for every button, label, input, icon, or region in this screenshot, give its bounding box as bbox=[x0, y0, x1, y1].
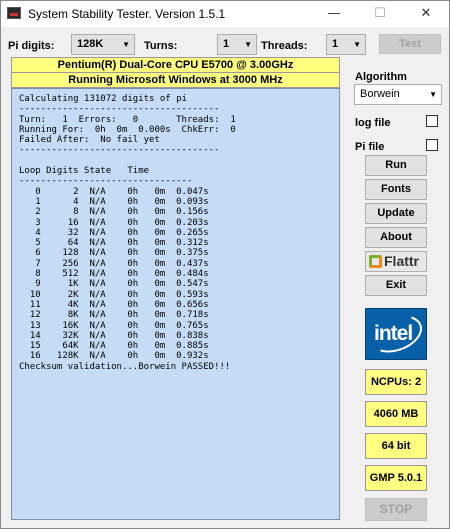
console-line: 4 32 N/A 0h 0m 0.265s bbox=[19, 227, 209, 238]
console-line: 2 8 N/A 0h 0m 0.156s bbox=[19, 207, 209, 218]
app-window: System Stability Tester. Version 1.5.1 —… bbox=[0, 0, 450, 529]
console-line: 5 64 N/A 0h 0m 0.312s bbox=[19, 238, 209, 249]
console-line: 3 16 N/A 0h 0m 0.203s bbox=[19, 217, 209, 228]
pi-file-label: Pi file bbox=[355, 141, 385, 153]
intel-logo: intel bbox=[364, 308, 428, 360]
close-button[interactable]: ✕ bbox=[403, 1, 449, 27]
maximize-button[interactable]: ☐ bbox=[357, 1, 403, 27]
algorithm-value: Borwein bbox=[360, 88, 400, 100]
chevron-down-icon: ▼ bbox=[429, 90, 437, 99]
stop-button[interactable]: STOP bbox=[365, 498, 427, 521]
console-line: 10 2K N/A 0h 0m 0.593s bbox=[19, 289, 209, 300]
chevron-down-icon: ▼ bbox=[353, 40, 361, 49]
console-line: Calculating 131072 digits of pi bbox=[19, 94, 187, 104]
test-button[interactable]: Test bbox=[379, 34, 441, 54]
turns-value: 1 bbox=[223, 38, 230, 50]
threads-value: 1 bbox=[332, 38, 339, 50]
algorithm-select[interactable]: Borwein ▼ bbox=[354, 84, 442, 105]
console-line: Running For: 0h 0m 0.000s ChkErr: 0 bbox=[19, 124, 236, 135]
flattr-icon bbox=[369, 255, 382, 268]
console-line: ------------------------------------- bbox=[19, 104, 220, 115]
console-line: 7 256 N/A 0h 0m 0.437s bbox=[19, 258, 209, 269]
output-console: Calculating 131072 digits of pi ---------… bbox=[11, 88, 340, 520]
pi-file-checkbox[interactable] bbox=[426, 139, 438, 151]
chevron-down-icon: ▼ bbox=[122, 40, 130, 49]
console-line: Loop Digits State Time bbox=[19, 166, 150, 177]
console-line: 16 128K N/A 0h 0m 0.932s bbox=[19, 351, 209, 362]
cpu-info-bar: Pentium(R) Dual-Core CPU E5700 @ 3.00GHz bbox=[11, 57, 340, 73]
console-line: 11 4K N/A 0h 0m 0.656s bbox=[19, 299, 209, 310]
title-bar: System Stability Tester. Version 1.5.1 —… bbox=[1, 1, 449, 27]
console-line: 15 64K N/A 0h 0m 0.885s bbox=[19, 341, 209, 352]
gmp-badge: GMP 5.0.1 bbox=[365, 465, 427, 491]
run-button[interactable]: Run bbox=[365, 155, 427, 176]
about-button[interactable]: About bbox=[365, 227, 427, 248]
pi-digits-label: Pi digits: bbox=[8, 40, 55, 52]
bits-badge: 64 bit bbox=[365, 433, 427, 459]
threads-select[interactable]: 1 ▼ bbox=[326, 34, 366, 55]
algorithm-label: Algorithm bbox=[355, 71, 407, 83]
console-line: Turn: 1 Errors: 0 Threads: 1 bbox=[19, 114, 236, 125]
fonts-button[interactable]: Fonts bbox=[365, 179, 427, 200]
console-line: Checksum validation...Borwein PASSED!!! bbox=[19, 361, 231, 372]
console-line: 14 32K N/A 0h 0m 0.838s bbox=[19, 330, 209, 341]
turns-select[interactable]: 1 ▼ bbox=[217, 34, 257, 55]
os-info-bar: Running Microsoft Windows at 3000 MHz bbox=[11, 72, 340, 88]
flattr-button[interactable]: Flattr bbox=[365, 251, 427, 272]
console-line: 9 1K N/A 0h 0m 0.547s bbox=[19, 279, 209, 290]
window-title: System Stability Tester. Version 1.5.1 bbox=[28, 7, 226, 21]
ncpus-badge: NCPUs: 2 bbox=[365, 369, 427, 395]
console-line: 6 128 N/A 0h 0m 0.375s bbox=[19, 248, 209, 259]
exit-button[interactable]: Exit bbox=[365, 275, 427, 296]
minimize-button[interactable]: — bbox=[311, 1, 357, 27]
console-line: Failed After: No fail yet bbox=[19, 135, 160, 146]
update-button[interactable]: Update bbox=[365, 203, 427, 224]
intel-logo-text: intel bbox=[374, 322, 413, 345]
console-line: ------------------------------------- bbox=[19, 145, 220, 156]
console-line: 13 16K N/A 0h 0m 0.765s bbox=[19, 320, 209, 331]
log-file-label: log file bbox=[355, 117, 391, 129]
console-line: 8 512 N/A 0h 0m 0.484s bbox=[19, 269, 209, 280]
memory-badge: 4060 MB bbox=[365, 401, 427, 427]
log-file-checkbox[interactable] bbox=[426, 115, 438, 127]
turns-label: Turns: bbox=[144, 40, 178, 52]
pi-digits-value: 128K bbox=[77, 38, 104, 50]
chevron-down-icon: ▼ bbox=[244, 40, 252, 49]
console-line: -------------------------------- bbox=[19, 176, 193, 187]
pi-digits-select[interactable]: 128K ▼ bbox=[71, 34, 135, 55]
console-line: 1 4 N/A 0h 0m 0.093s bbox=[19, 196, 209, 207]
threads-label: Threads: bbox=[261, 40, 308, 52]
console-line: 0 2 N/A 0h 0m 0.047s bbox=[19, 186, 209, 197]
flattr-label: Flattr bbox=[384, 253, 419, 269]
app-icon bbox=[7, 7, 21, 19]
console-line: 12 8K N/A 0h 0m 0.718s bbox=[19, 310, 209, 321]
